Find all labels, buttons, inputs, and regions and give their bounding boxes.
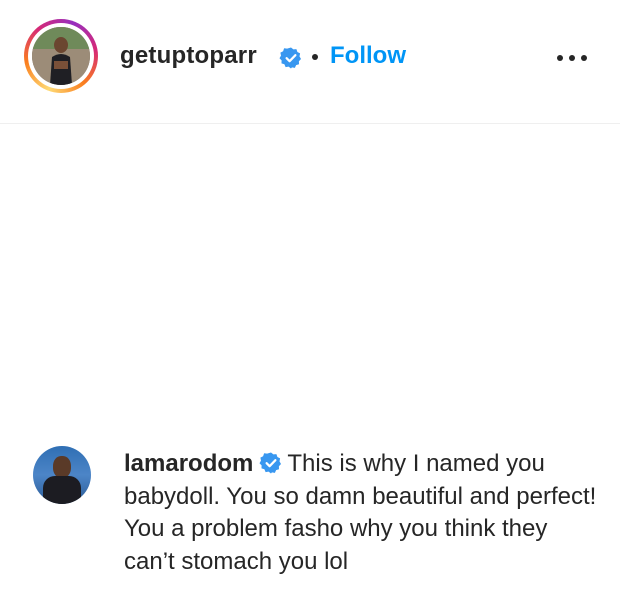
comment-author-username[interactable]: lamarodom xyxy=(124,450,253,477)
verified-badge-icon xyxy=(259,452,282,474)
separator-dot xyxy=(312,54,318,60)
more-dot xyxy=(569,55,575,61)
avatar xyxy=(32,27,90,85)
comment: lamarodom This is why I named you babydo… xyxy=(124,448,604,578)
avatar-photo-icon xyxy=(32,27,90,85)
avatar-body xyxy=(43,476,81,504)
avatar-head xyxy=(53,456,71,478)
more-dot xyxy=(557,55,563,61)
more-options-icon[interactable] xyxy=(557,50,587,66)
comment-author-avatar[interactable] xyxy=(33,446,91,504)
follow-button[interactable]: Follow xyxy=(330,42,406,70)
post-author-username[interactable]: getuptoparr xyxy=(120,42,257,70)
post-header: getuptoparr Follow xyxy=(0,0,620,124)
story-ring-avatar[interactable] xyxy=(24,19,98,93)
verified-badge-icon xyxy=(279,47,301,69)
more-dot xyxy=(581,55,587,61)
